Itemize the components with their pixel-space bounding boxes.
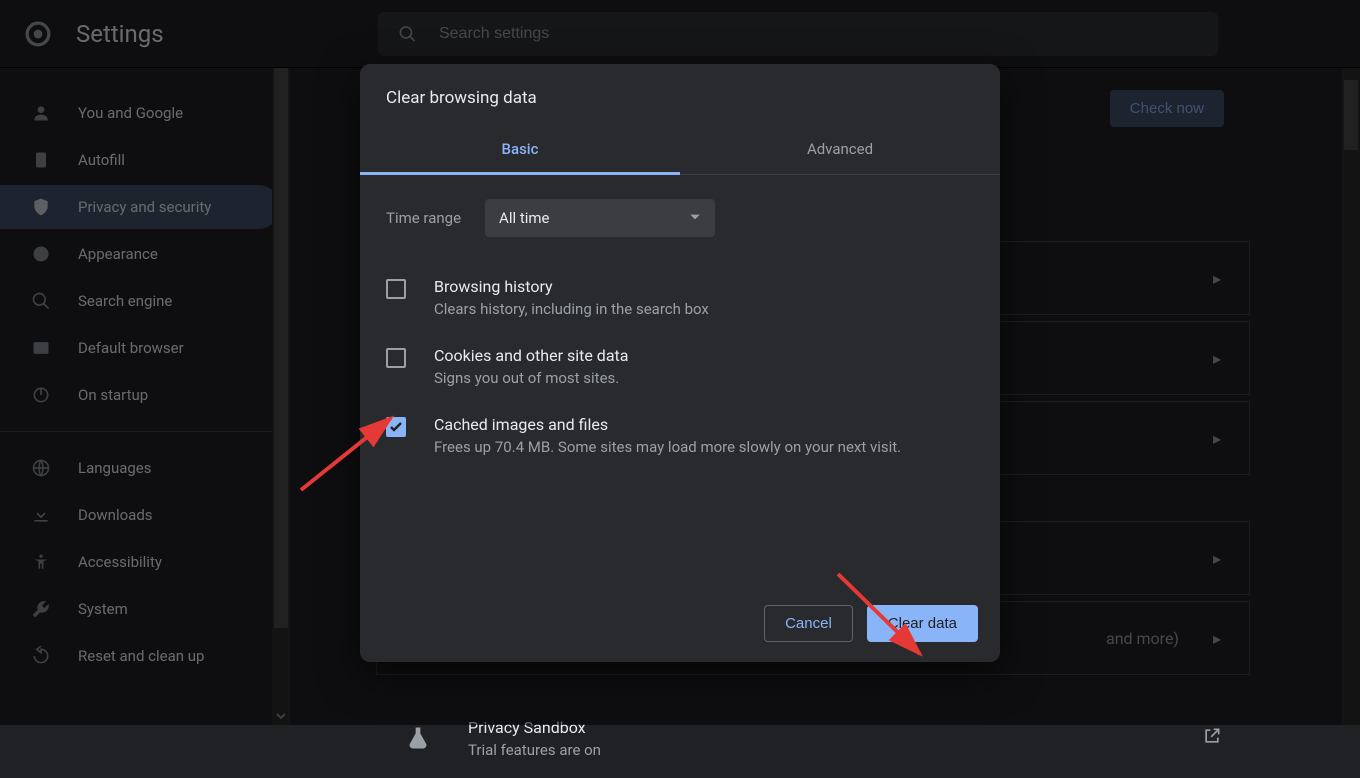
option-title: Cached images and files: [434, 415, 901, 434]
option-cookies[interactable]: Cookies and other site data Signs you ou…: [386, 332, 974, 401]
checkbox-cached[interactable]: [386, 417, 406, 437]
dialog-title: Clear browsing data: [360, 64, 1000, 126]
time-range-select[interactable]: All time: [485, 199, 715, 237]
dialog-body: Time range All time Browsing history Cle…: [360, 175, 1000, 591]
tab-advanced[interactable]: Advanced: [680, 126, 1000, 174]
clear-data-button[interactable]: Clear data: [867, 605, 978, 642]
cancel-button[interactable]: Cancel: [764, 605, 853, 642]
option-title: Browsing history: [434, 277, 709, 296]
sandbox-subtitle: Trial features are on: [468, 741, 601, 759]
checkbox-browsing-history[interactable]: [386, 279, 406, 299]
time-range-label: Time range: [386, 209, 461, 227]
dialog-actions: Cancel Clear data: [360, 591, 1000, 662]
time-range-value: All time: [499, 209, 549, 227]
time-range-row: Time range All time: [386, 199, 974, 237]
option-cached[interactable]: Cached images and files Frees up 70.4 MB…: [386, 401, 974, 470]
tab-basic[interactable]: Basic: [360, 126, 680, 174]
option-browsing-history[interactable]: Browsing history Clears history, includi…: [386, 263, 974, 332]
clear-browsing-data-dialog: Clear browsing data Basic Advanced Time …: [360, 64, 1000, 662]
option-title: Cookies and other site data: [434, 346, 628, 365]
option-subtitle: Signs you out of most sites.: [434, 369, 628, 387]
dropdown-triangle-icon: [689, 209, 701, 227]
dialog-tabs: Basic Advanced: [360, 126, 1000, 175]
external-link-icon: [1202, 726, 1222, 750]
checkbox-cookies[interactable]: [386, 348, 406, 368]
option-subtitle: Frees up 70.4 MB. Some sites may load mo…: [434, 438, 901, 456]
option-subtitle: Clears history, including in the search …: [434, 300, 709, 318]
